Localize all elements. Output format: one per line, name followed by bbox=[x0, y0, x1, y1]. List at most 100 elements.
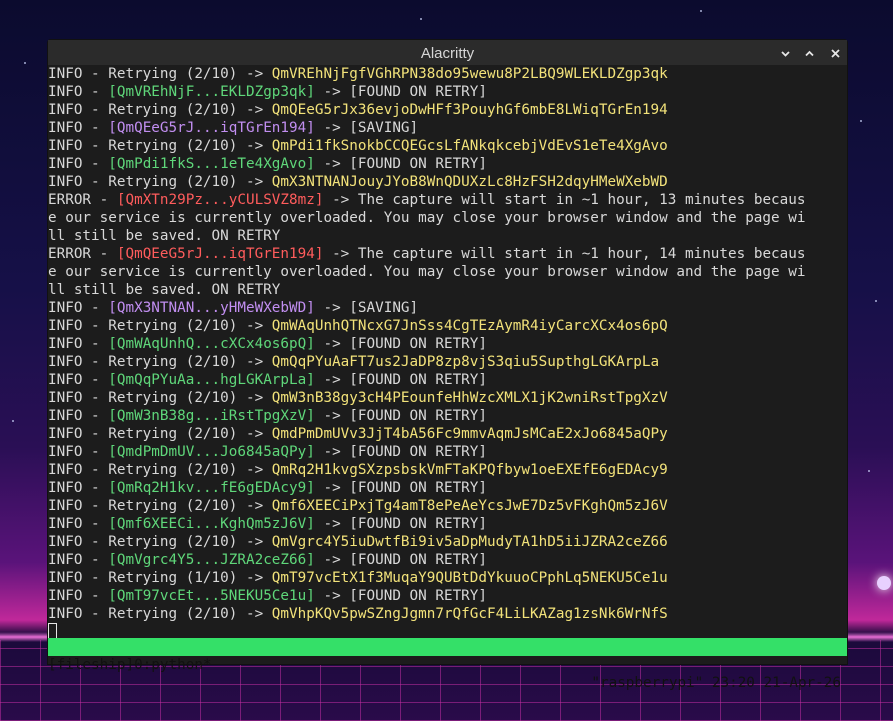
terminal-text: INFO - Retrying (2/10) -> bbox=[48, 390, 272, 406]
terminal-text: INFO - Retrying (2/10) -> bbox=[48, 318, 272, 334]
terminal-text: INFO - bbox=[48, 120, 109, 136]
terminal-line: INFO - Retrying (2/10) -> QmX3NTNANJouyJ… bbox=[48, 173, 847, 191]
terminal-text: QmVhpKQv5pwSZngJgmn7rQfGcF4LiLKAZag1zsNk… bbox=[271, 606, 668, 622]
terminal-text: [QmVgrc4Y5...JZRA2ceZ66] bbox=[108, 552, 315, 568]
terminal-text: [QmRq2H1kv...fE6gEDAcy9] bbox=[108, 480, 315, 496]
terminal-line: ll still be saved. ON RETRY bbox=[48, 281, 847, 299]
terminal-text: QmWAqUnhQTNcxG7JnSss4CgTEzAymR4iyCarcXCx… bbox=[271, 318, 668, 334]
terminal-text: QmW3nB38gy3cH4PEounfeHhWzcXMLX1jK2wniRst… bbox=[271, 390, 668, 406]
terminal-text: INFO - Retrying (2/10) -> bbox=[48, 606, 272, 622]
terminal-text: -> [FOUND ON RETRY] bbox=[314, 84, 488, 100]
terminal-line: INFO - [QmQEeG5rJ...iqTGrEn194] -> [SAVI… bbox=[48, 119, 847, 137]
terminal-text: -> [FOUND ON RETRY] bbox=[314, 516, 488, 532]
terminal-text: -> [FOUND ON RETRY] bbox=[314, 480, 488, 496]
terminal-text: [QmT97vcEt...5NEKU5Ce1u] bbox=[108, 588, 315, 604]
terminal-text: -> [FOUND ON RETRY] bbox=[314, 408, 488, 424]
terminal-line: INFO - Retrying (2/10) -> Qmf6XEECiPxjTg… bbox=[48, 497, 847, 515]
terminal-text: -> [FOUND ON RETRY] bbox=[314, 156, 488, 172]
terminal-text: -> [FOUND ON RETRY] bbox=[314, 372, 488, 388]
terminal-line: INFO - Retrying (2/10) -> QmdPmDmUVv3JjT… bbox=[48, 425, 847, 443]
terminal-text: [QmQqPYuAa...hgLGKArpLa] bbox=[108, 372, 315, 388]
terminal-line: INFO - Retrying (1/10) -> QmT97vcEtX1f3M… bbox=[48, 569, 847, 587]
terminal-text: INFO - Retrying (2/10) -> bbox=[48, 426, 272, 442]
terminal-text: QmX3NTNANJouyJYoB8WnQDUXzLc8HzFSH2dqyHMe… bbox=[271, 174, 668, 190]
terminal-text: [QmXTn29Pz...yCULSVZ8mz] bbox=[116, 192, 324, 208]
terminal-line: INFO - Retrying (2/10) -> QmRq2H1kvgSXzp… bbox=[48, 461, 847, 479]
terminal-line: e our service is currently overloaded. Y… bbox=[48, 209, 847, 227]
terminal-line: INFO - [QmX3NTNAN...yHMeWXebWD] -> [SAVI… bbox=[48, 299, 847, 317]
terminal-text: QmT97vcEtX1f3MuqaY9QUBtDdYkuuoCPphLq5NEK… bbox=[271, 570, 668, 586]
terminal-line: ERROR - [QmXTn29Pz...yCULSVZ8mz] -> The … bbox=[48, 191, 847, 209]
terminal-text: QmQEeG5rJx36evjoDwHFf3PouyhGf6mbE8LWiqTG… bbox=[271, 102, 668, 118]
planet-decoration bbox=[877, 576, 891, 590]
terminal-line: INFO - [QmVgrc4Y5...JZRA2ceZ66] -> [FOUN… bbox=[48, 551, 847, 569]
terminal-text: -> [FOUND ON RETRY] bbox=[314, 336, 488, 352]
terminal-text: INFO - Retrying (2/10) -> bbox=[48, 174, 272, 190]
terminal-line: INFO - [QmRq2H1kv...fE6gEDAcy9] -> [FOUN… bbox=[48, 479, 847, 497]
terminal-text: -> [FOUND ON RETRY] bbox=[314, 588, 488, 604]
terminal-text: [QmW3nB38g...iRstTpgXzV] bbox=[108, 408, 315, 424]
terminal-text: INFO - bbox=[48, 300, 109, 316]
terminal-text: [QmX3NTNAN...yHMeWXebWD] bbox=[108, 300, 315, 316]
terminal-text: ll still be saved. ON RETRY bbox=[48, 282, 281, 298]
terminal-text: QmdPmDmUVv3JjT4bA56Fc9mmvAqmJsMCaE2xJo68… bbox=[271, 426, 668, 442]
terminal-text: INFO - Retrying (2/10) -> bbox=[48, 138, 272, 154]
terminal-line: INFO - [QmW3nB38g...iRstTpgXzV] -> [FOUN… bbox=[48, 407, 847, 425]
terminal-text: INFO - Retrying (2/10) -> bbox=[48, 354, 272, 370]
window-title: Alacritty bbox=[420, 45, 475, 62]
close-icon[interactable] bbox=[827, 45, 843, 61]
maximize-icon[interactable] bbox=[801, 45, 817, 61]
terminal-text: -> [FOUND ON RETRY] bbox=[314, 444, 488, 460]
terminal-line: INFO - [Qmf6XEECi...KghQm5zJ6V] -> [FOUN… bbox=[48, 515, 847, 533]
terminal-line: INFO - [QmT97vcEt...5NEKU5Ce1u] -> [FOUN… bbox=[48, 587, 847, 605]
terminal-line: ERROR - [QmQEeG5rJ...iqTGrEn194] -> The … bbox=[48, 245, 847, 263]
terminal-text: QmPdi1fkSnokbCCQEGcsLfANkqkcebjVdEvS1eTe… bbox=[271, 138, 668, 154]
terminal-line: INFO - [QmVREhNjF...EKLDZgp3qk] -> [FOUN… bbox=[48, 83, 847, 101]
terminal-text: [QmdPmDmUV...Jo6845aQPy] bbox=[108, 444, 315, 460]
terminal-text: QmVREhNjFgfVGhRPN38do95wewu8P2LBQ9WLEKLD… bbox=[271, 66, 668, 82]
terminal-text: ERROR - bbox=[48, 246, 117, 262]
terminal-text: INFO - bbox=[48, 588, 109, 604]
terminal-text: INFO - Retrying (2/10) -> bbox=[48, 462, 272, 478]
terminal-text: Qmf6XEECiPxjTg4amT8ePeAeYcsJwE7Dz5vFKghQ… bbox=[271, 498, 668, 514]
terminal-line: INFO - [QmdPmDmUV...Jo6845aQPy] -> [FOUN… bbox=[48, 443, 847, 461]
terminal-text: INFO - bbox=[48, 444, 109, 460]
terminal-text: e our service is currently overloaded. Y… bbox=[48, 210, 806, 226]
terminal-cursor bbox=[48, 623, 57, 639]
terminal-text: INFO - bbox=[48, 84, 109, 100]
terminal-line: INFO - Retrying (2/10) -> QmQEeG5rJx36ev… bbox=[48, 101, 847, 119]
terminal-line: INFO - Retrying (2/10) -> QmQqPYuAaFT7us… bbox=[48, 353, 847, 371]
terminal-line: INFO - [QmPdi1fkS...1eTe4XgAvo] -> [FOUN… bbox=[48, 155, 847, 173]
terminal-text: -> [SAVING] bbox=[314, 300, 419, 316]
terminal-text: QmQqPYuAaFT7us2JaDP8zp8vjS3qiu5SupthgLGK… bbox=[271, 354, 660, 370]
terminal-line: INFO - Retrying (2/10) -> QmPdi1fkSnokbC… bbox=[48, 137, 847, 155]
terminal-text: [QmQEeG5rJ...iqTGrEn194] bbox=[116, 246, 324, 262]
terminal-text: INFO - bbox=[48, 156, 109, 172]
terminal-text: [QmVREhNjF...EKLDZgp3qk] bbox=[108, 84, 315, 100]
terminal-line: INFO - Retrying (2/10) -> QmVREhNjFgfVGh… bbox=[48, 65, 847, 83]
minimize-icon[interactable] bbox=[777, 45, 793, 61]
terminal-line: ll still be saved. ON RETRY bbox=[48, 227, 847, 245]
terminal-output[interactable]: INFO - Retrying (2/10) -> QmVREhNjFgfVGh… bbox=[48, 65, 847, 664]
terminal-window[interactable]: Alacritty INFO - Retrying (2/10) -> QmVR… bbox=[48, 40, 847, 691]
terminal-line: INFO - Retrying (2/10) -> QmW3nB38gy3cH4… bbox=[48, 389, 847, 407]
terminal-text: [Qmf6XEECi...KghQm5zJ6V] bbox=[108, 516, 315, 532]
title-bar[interactable]: Alacritty bbox=[48, 40, 847, 67]
terminal-text: INFO - bbox=[48, 408, 109, 424]
terminal-text: -> The capture will start in ~1 hour, 14… bbox=[323, 246, 806, 262]
terminal-text: -> [SAVING] bbox=[314, 120, 419, 136]
terminal-text: e our service is currently overloaded. Y… bbox=[48, 264, 806, 280]
terminal-line: INFO - [QmQqPYuAa...hgLGKArpLa] -> [FOUN… bbox=[48, 371, 847, 389]
terminal-text: ERROR - bbox=[48, 192, 117, 208]
terminal-text: [QmWAqUnhQ...cXCx4os6pQ] bbox=[108, 336, 315, 352]
terminal-line: INFO - [QmWAqUnhQ...cXCx4os6pQ] -> [FOUN… bbox=[48, 335, 847, 353]
terminal-text: INFO - Retrying (2/10) -> bbox=[48, 66, 272, 82]
terminal-text: INFO - Retrying (2/10) -> bbox=[48, 102, 272, 118]
terminal-text: -> The capture will start in ~1 hour, 13… bbox=[323, 192, 806, 208]
terminal-text: INFO - bbox=[48, 552, 109, 568]
tmux-session-label: [fileship]0:python* bbox=[48, 657, 212, 673]
terminal-line: e our service is currently overloaded. Y… bbox=[48, 263, 847, 281]
terminal-text: INFO - Retrying (2/10) -> bbox=[48, 534, 272, 550]
terminal-line: INFO - Retrying (2/10) -> QmVgrc4Y5iuDwt… bbox=[48, 533, 847, 551]
terminal-text: INFO - Retrying (2/10) -> bbox=[48, 498, 272, 514]
